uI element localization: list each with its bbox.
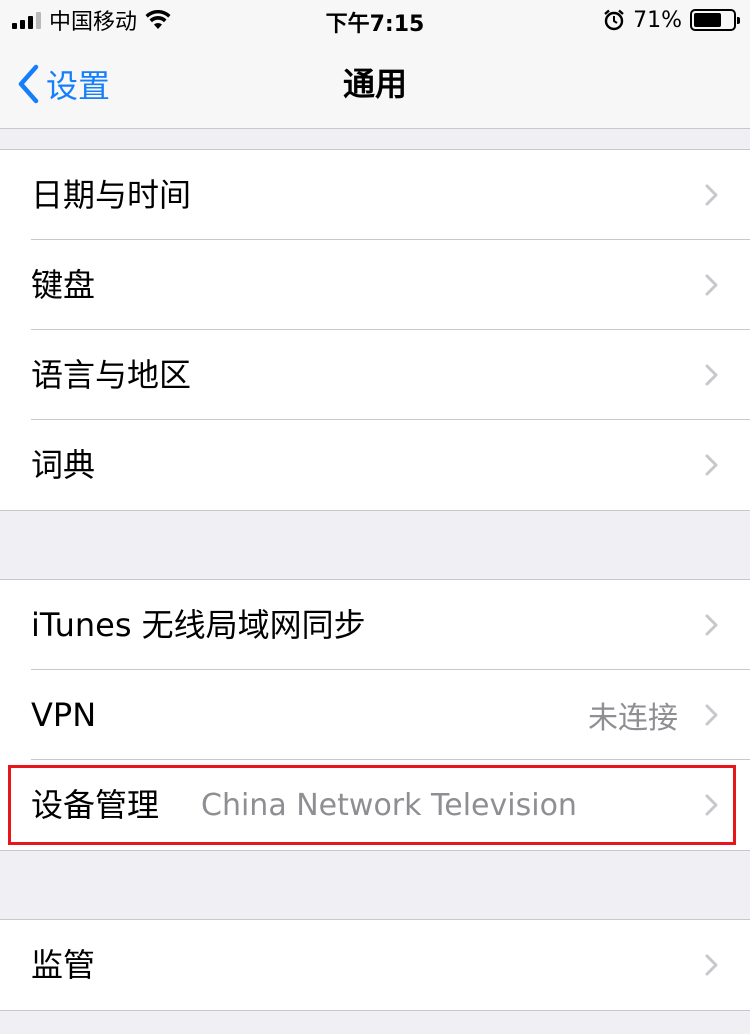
chevron-right-icon xyxy=(705,454,718,476)
settings-group-2: iTunes 无线局域网同步 VPN 未连接 设备管理 China Networ… xyxy=(0,579,750,851)
battery-percent: 71% xyxy=(633,7,682,33)
row-supervision[interactable]: 监管 xyxy=(0,920,750,1010)
row-date-time[interactable]: 日期与时间 xyxy=(0,150,750,240)
status-bar: 中国移动 下午7:15 71% xyxy=(0,0,750,40)
row-label: 监管 xyxy=(31,946,96,984)
chevron-right-icon xyxy=(705,274,718,296)
battery-icon xyxy=(690,9,740,31)
chevron-right-icon xyxy=(705,704,718,726)
chevron-right-icon xyxy=(705,954,718,976)
chevron-right-icon xyxy=(705,364,718,386)
row-vpn[interactable]: VPN 未连接 xyxy=(0,670,750,760)
chevron-right-icon xyxy=(705,794,718,816)
row-keyboard[interactable]: 键盘 xyxy=(0,240,750,330)
navigation-bar: 设置 通用 xyxy=(0,40,750,129)
status-right: 71% xyxy=(603,6,740,34)
row-label: 词典 xyxy=(31,446,96,484)
page-title: 通用 xyxy=(342,65,407,103)
row-language-region[interactable]: 语言与地区 xyxy=(0,330,750,420)
vpn-status-value: 未连接 xyxy=(588,701,678,736)
row-itunes-wifi-sync[interactable]: iTunes 无线局域网同步 xyxy=(0,580,750,670)
row-dictionary[interactable]: 词典 xyxy=(0,420,750,510)
battery-fill xyxy=(694,13,721,27)
row-label: 日期与时间 xyxy=(31,176,192,214)
chevron-right-icon xyxy=(705,614,718,636)
settings-group-3: 监管 xyxy=(0,919,750,1011)
row-label: iTunes 无线局域网同步 xyxy=(31,606,366,644)
row-label: 设备管理 xyxy=(31,786,160,824)
device-profile-value: China Network Television xyxy=(201,787,577,823)
row-device-management[interactable]: 设备管理 China Network Television xyxy=(0,760,750,850)
row-label: VPN xyxy=(31,696,97,734)
row-label: 键盘 xyxy=(31,266,96,304)
alarm-icon xyxy=(604,9,624,31)
settings-group-1: 日期与时间 键盘 语言与地区 词典 xyxy=(0,149,750,511)
chevron-right-icon xyxy=(705,184,718,206)
row-label: 语言与地区 xyxy=(31,356,192,394)
